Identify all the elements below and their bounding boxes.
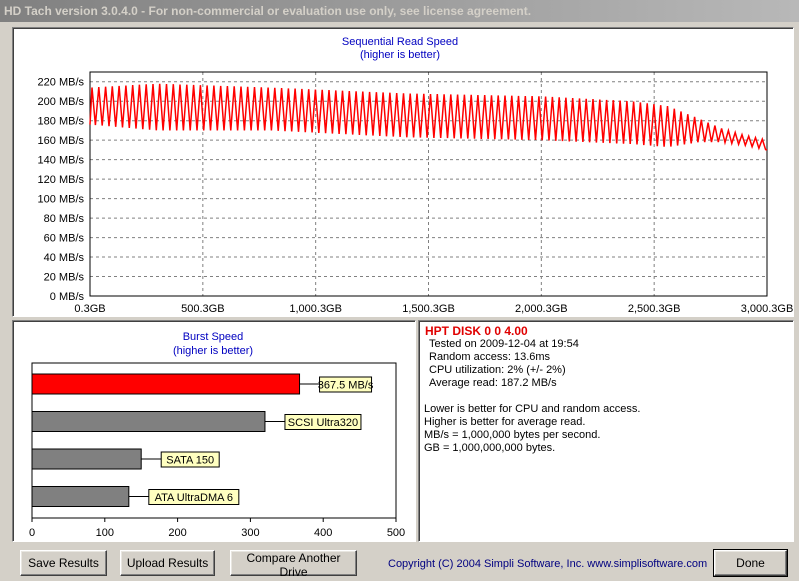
bar-label: SATA 150 [166, 455, 214, 467]
note-line: GB = 1,000,000,000 bytes. [424, 442, 556, 454]
x-tick-label: 1,000.3GB [289, 303, 342, 315]
chart-title: Sequential Read Speed [342, 36, 458, 48]
note-line: Higher is better for average read. [424, 416, 586, 428]
chart-subtitle: (higher is better) [173, 345, 253, 357]
y-tick-label: 60 MB/s [44, 233, 85, 245]
copyright-text: Copyright (C) 2004 Simpli Software, Inc.… [388, 558, 708, 570]
y-tick-label: 140 MB/s [38, 155, 85, 167]
x-tick-label: 0 [29, 527, 35, 539]
x-tick-label: 0.3GB [74, 303, 105, 315]
y-tick-label: 120 MB/s [38, 174, 85, 186]
x-tick-label: 500 [387, 527, 405, 539]
x-tick-label: 3,000.3GB [741, 303, 794, 315]
window-title-bar[interactable]: HD Tach version 3.0.4.0 - For non-commer… [0, 0, 799, 22]
y-tick-label: 220 MB/s [38, 77, 85, 89]
y-tick-label: 40 MB/s [44, 252, 85, 264]
x-tick-label: 300 [241, 527, 259, 539]
save-results-button[interactable]: Save Results [20, 550, 107, 576]
average-read: Average read: 187.2 MB/s [429, 377, 557, 389]
x-tick-label: 1,500.3GB [402, 303, 455, 315]
burst-bar [31, 411, 266, 432]
x-tick-label: 100 [96, 527, 114, 539]
burst-speed-chart: Burst Speed (higher is better) 0 100 200 30… [29, 331, 405, 539]
burst-bar [31, 373, 301, 395]
x-tick-label: 400 [314, 527, 332, 539]
x-tick-label: 500.3GB [181, 303, 224, 315]
done-button[interactable]: Done [713, 549, 788, 577]
chart-subtitle: (higher is better) [360, 49, 440, 61]
window-title: HD Tach version 3.0.4.0 - For non-commer… [4, 4, 532, 18]
drive-info-panel: HPT DISK 0 0 4.00 Tested on 2009-12-04 a… [418, 320, 794, 542]
x-tick-label: 2,500.3GB [628, 303, 681, 315]
sequential-read-chart: Sequential Read Speed (higher is better)… [38, 36, 794, 315]
compare-drive-button[interactable]: Compare Another Drive [230, 550, 357, 579]
note-line: Lower is better for CPU and random acces… [424, 403, 641, 415]
y-tick-label: 180 MB/s [38, 116, 85, 128]
x-tick-label: 200 [168, 527, 186, 539]
upload-results-button[interactable]: Upload Results [120, 550, 215, 576]
bar-label: ATA UltraDMA 6 [155, 492, 233, 504]
y-tick-label: 0 MB/s [50, 291, 85, 303]
bar-label: SCSI Ultra320 [288, 417, 358, 429]
y-tick-label: 20 MB/s [44, 272, 85, 284]
sequential-read-chart-panel: Sequential Read Speed (higher is better)… [12, 27, 794, 317]
tested-date: Tested on 2009-12-04 at 19:54 [429, 338, 579, 350]
burst-speed-chart-panel: Burst Speed (higher is better) 0 100 200 30… [12, 320, 416, 542]
bar-label: 367.5 MB/s [318, 380, 374, 392]
y-tick-label: 80 MB/s [44, 213, 85, 225]
burst-bar [31, 448, 142, 470]
y-tick-label: 100 MB/s [38, 194, 85, 206]
y-tick-label: 200 MB/s [38, 96, 85, 108]
y-tick-label: 160 MB/s [38, 135, 85, 147]
random-access: Random access: 13.6ms [429, 351, 551, 363]
cpu-utilization: CPU utilization: 2% (+/- 2%) [429, 364, 566, 376]
burst-bar [31, 486, 130, 507]
chart-title: Burst Speed [183, 331, 244, 343]
note-line: MB/s = 1,000,000 bytes per second. [424, 429, 601, 441]
x-tick-label: 2,000.3GB [515, 303, 568, 315]
drive-name: HPT DISK 0 0 4.00 [425, 324, 528, 338]
